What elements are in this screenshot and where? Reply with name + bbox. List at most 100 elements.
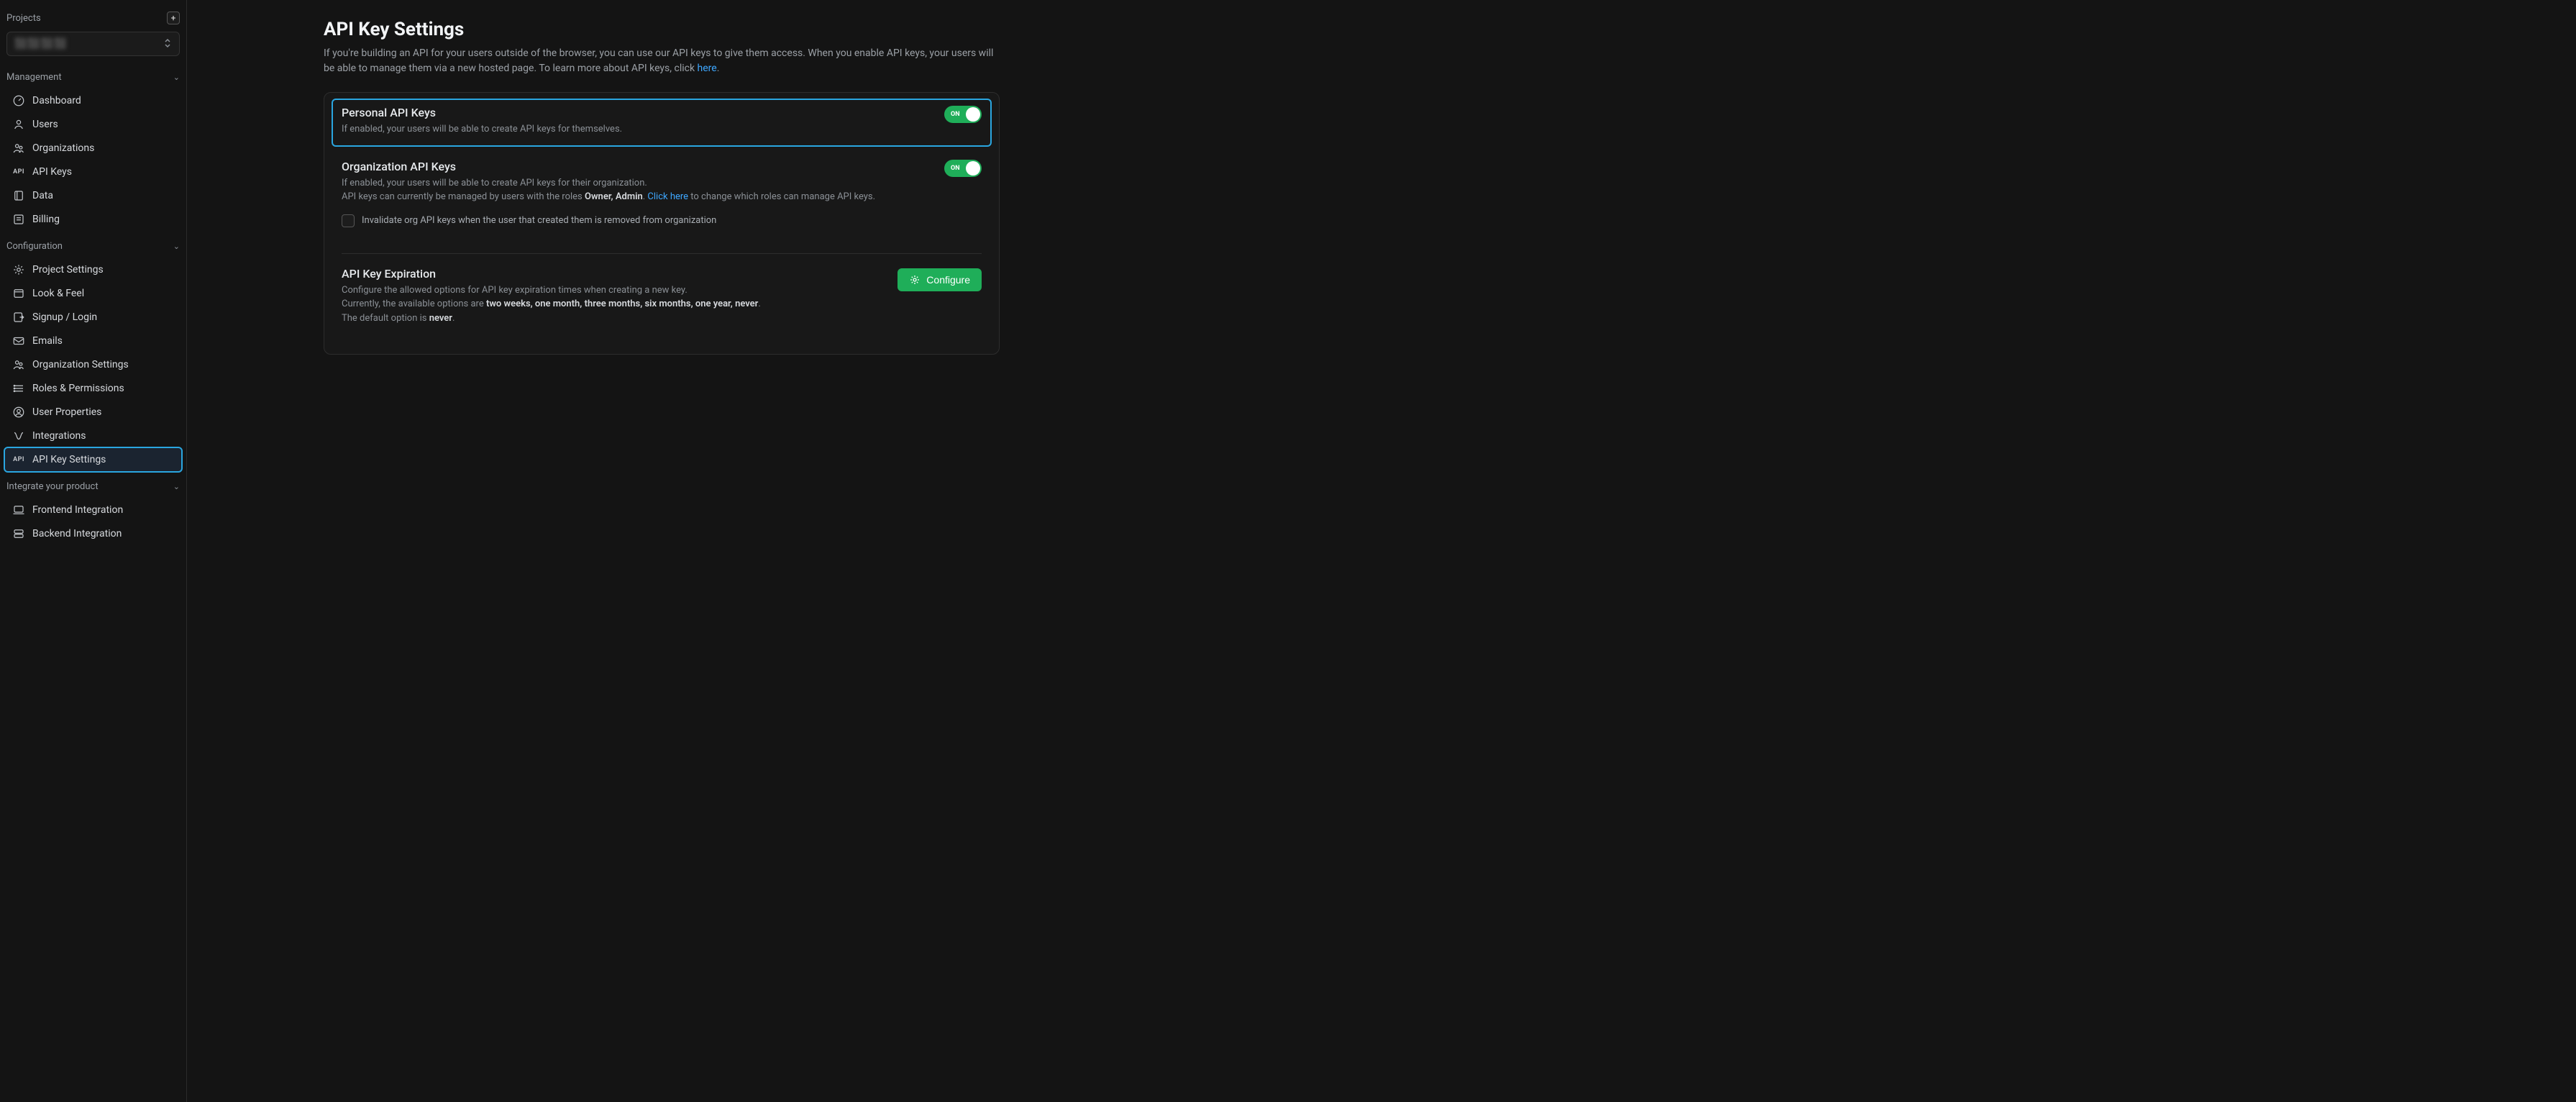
sidebar-item-api-keys[interactable]: API API Keys bbox=[5, 160, 181, 183]
exp-l2-pre: Currently, the available options are bbox=[342, 299, 486, 309]
personal-api-keys-toggle[interactable]: ON bbox=[944, 106, 982, 123]
nav-label: User Properties bbox=[32, 406, 101, 418]
sidebar-item-organizations[interactable]: Organizations bbox=[5, 137, 181, 160]
toggle-label: ON bbox=[951, 165, 960, 172]
expiration-line3: The default option is never. bbox=[342, 311, 761, 326]
user-properties-icon bbox=[12, 406, 25, 419]
updown-icon bbox=[163, 38, 172, 50]
nav-label: Look & Feel bbox=[32, 288, 84, 299]
billing-icon bbox=[12, 213, 25, 226]
nav-label: API Keys bbox=[32, 166, 72, 178]
add-project-button[interactable]: + bbox=[167, 12, 180, 24]
settings-panel: Personal API Keys If enabled, your users… bbox=[324, 92, 1000, 355]
sidebar-item-integrations[interactable]: Integrations bbox=[5, 424, 181, 447]
exp-l3-pre: The default option is bbox=[342, 313, 429, 324]
org-desc-2-pre: API keys can currently be managed by use… bbox=[342, 191, 585, 202]
laptop-icon bbox=[12, 504, 25, 516]
nav-label: Project Settings bbox=[32, 264, 104, 276]
look-feel-icon bbox=[12, 287, 25, 300]
nav-label: Data bbox=[32, 190, 53, 201]
nav-label: Roles & Permissions bbox=[32, 383, 124, 394]
sidebar: Projects + ⬛⬛⬛⬛ Management ⌄ Dashboard U… bbox=[0, 0, 187, 1102]
page-title: API Key Settings bbox=[324, 19, 2547, 40]
sidebar-item-signup-login[interactable]: Signup / Login bbox=[5, 306, 181, 329]
data-icon bbox=[12, 189, 25, 202]
projects-label: Projects bbox=[6, 13, 41, 24]
expiration-line1: Configure the allowed options for API ke… bbox=[342, 283, 761, 298]
sidebar-item-billing[interactable]: Billing bbox=[5, 208, 181, 231]
exp-default: never bbox=[429, 313, 452, 324]
section-title: Integrate your product bbox=[6, 481, 99, 492]
exp-l3-post: . bbox=[452, 313, 455, 324]
toggle-knob bbox=[966, 107, 980, 122]
user-icon bbox=[12, 118, 25, 131]
personal-desc: If enabled, your users will be able to c… bbox=[342, 122, 622, 137]
learn-more-link[interactable]: here bbox=[698, 63, 717, 74]
gear-icon bbox=[909, 274, 921, 286]
sidebar-item-emails[interactable]: Emails bbox=[5, 329, 181, 352]
configure-expiration-button[interactable]: Configure bbox=[898, 268, 982, 291]
section-management-header[interactable]: Management ⌄ bbox=[5, 66, 181, 88]
server-icon bbox=[12, 527, 25, 540]
nav-label: Integrations bbox=[32, 430, 86, 442]
chevron-down-icon: ⌄ bbox=[173, 482, 180, 491]
invalidate-keys-checkbox[interactable] bbox=[342, 214, 355, 227]
sidebar-item-api-key-settings[interactable]: API API Key Settings bbox=[5, 448, 181, 471]
org-desc-1: If enabled, your users will be able to c… bbox=[342, 176, 875, 191]
chevron-down-icon: ⌄ bbox=[173, 242, 180, 251]
page-desc-text: If you're building an API for your users… bbox=[324, 47, 993, 74]
nav-label: API Key Settings bbox=[32, 454, 106, 465]
org-desc-2-post: to change which roles can manage API key… bbox=[688, 191, 875, 202]
sidebar-item-frontend-integration[interactable]: Frontend Integration bbox=[5, 498, 181, 522]
org-api-keys-toggle[interactable]: ON bbox=[944, 160, 982, 177]
project-selector[interactable]: ⬛⬛⬛⬛ bbox=[6, 32, 180, 56]
org-desc-2: API keys can currently be managed by use… bbox=[342, 190, 875, 204]
nav-label: Emails bbox=[32, 335, 63, 347]
page-desc-post: . bbox=[717, 63, 720, 74]
section-title: Management bbox=[6, 72, 62, 83]
expiration-line2: Currently, the available options are two… bbox=[342, 297, 761, 311]
sidebar-item-org-settings[interactable]: Organization Settings bbox=[5, 353, 181, 376]
main-content: API Key Settings If you're building an A… bbox=[187, 0, 2576, 1102]
project-name: ⬛⬛⬛⬛ bbox=[14, 38, 68, 50]
personal-title: Personal API Keys bbox=[342, 106, 622, 119]
section-title: Configuration bbox=[6, 241, 63, 252]
sidebar-item-backend-integration[interactable]: Backend Integration bbox=[5, 522, 181, 545]
login-icon bbox=[12, 311, 25, 324]
section-integrate-header[interactable]: Integrate your product ⌄ bbox=[5, 475, 181, 498]
nav-label: Signup / Login bbox=[32, 311, 97, 323]
api-icon: API bbox=[12, 165, 25, 178]
sidebar-item-dashboard[interactable]: Dashboard bbox=[5, 89, 181, 112]
sidebar-item-user-properties[interactable]: User Properties bbox=[5, 401, 181, 424]
exp-options: two weeks, one month, three months, six … bbox=[486, 299, 758, 309]
roles-icon bbox=[12, 382, 25, 395]
change-roles-link[interactable]: Click here bbox=[647, 191, 688, 202]
expiration-title: API Key Expiration bbox=[342, 267, 761, 281]
nav-label: Organizations bbox=[32, 142, 94, 154]
gear-icon bbox=[12, 263, 25, 276]
toggle-knob bbox=[966, 161, 980, 176]
nav-label: Backend Integration bbox=[32, 528, 122, 539]
sidebar-item-project-settings[interactable]: Project Settings bbox=[5, 258, 181, 281]
nav-label: Billing bbox=[32, 214, 60, 225]
organization-icon bbox=[12, 142, 25, 155]
configure-button-label: Configure bbox=[926, 274, 970, 286]
gauge-icon bbox=[12, 94, 25, 107]
section-configuration-header[interactable]: Configuration ⌄ bbox=[5, 235, 181, 258]
personal-api-keys-section: Personal API Keys If enabled, your users… bbox=[332, 99, 992, 147]
integrations-icon bbox=[12, 429, 25, 442]
page-description: If you're building an API for your users… bbox=[324, 46, 1000, 76]
sidebar-item-roles-perms[interactable]: Roles & Permissions bbox=[5, 377, 181, 400]
nav-label: Frontend Integration bbox=[32, 504, 123, 516]
org-roles: Owner, Admin bbox=[585, 191, 643, 202]
sidebar-item-users[interactable]: Users bbox=[5, 113, 181, 136]
org-api-keys-section: Organization API Keys If enabled, your u… bbox=[332, 152, 992, 240]
toggle-label: ON bbox=[951, 111, 960, 118]
sidebar-item-data[interactable]: Data bbox=[5, 184, 181, 207]
api-key-expiration-section: API Key Expiration Configure the allowed… bbox=[332, 254, 992, 339]
organization-icon bbox=[12, 358, 25, 371]
nav-label: Dashboard bbox=[32, 95, 81, 106]
sidebar-item-look-feel[interactable]: Look & Feel bbox=[5, 282, 181, 305]
chevron-down-icon: ⌄ bbox=[173, 73, 180, 82]
api-icon: API bbox=[12, 453, 25, 466]
